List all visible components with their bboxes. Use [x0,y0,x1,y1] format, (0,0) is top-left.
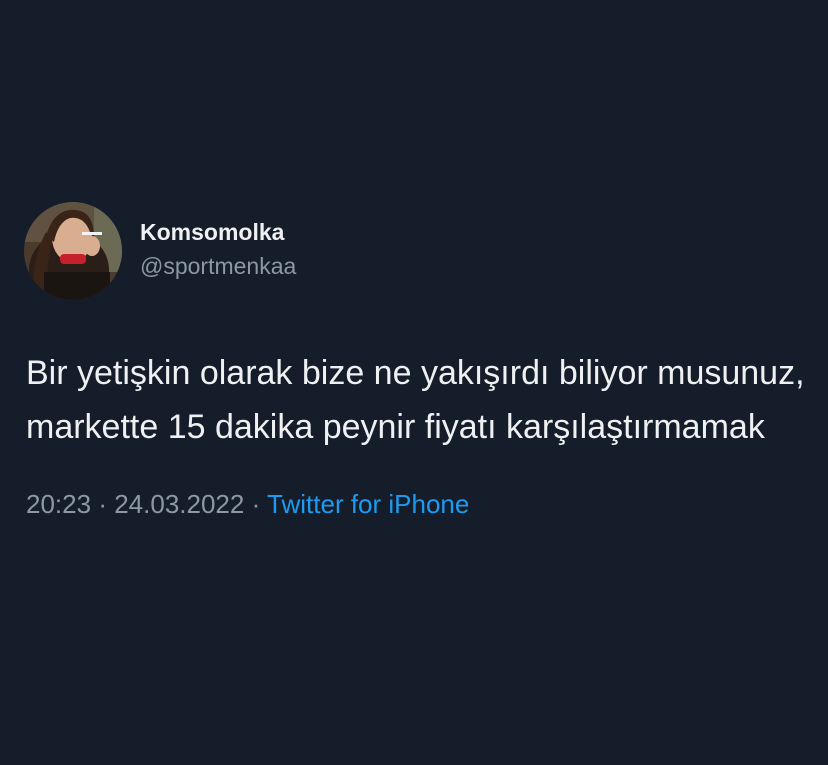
meta-separator: · [98,489,107,519]
user-info: Komsomolka @sportmenkaa [140,218,296,280]
profile-photo-icon [24,202,122,300]
tweet-source-link[interactable]: Twitter for iPhone [267,489,469,519]
avatar[interactable] [24,202,122,300]
user-handle[interactable]: @sportmenkaa [140,252,296,280]
tweet-text: Bir yetişkin olarak bize ne yakışırdı bi… [26,354,805,446]
tweet-meta: 20:23 · 24.03.2022 · Twitter for iPhone [26,488,804,520]
tweet-date[interactable]: 24.03.2022 [114,489,244,519]
tweet-header: Komsomolka @sportmenkaa [24,202,804,300]
tweet-card: Komsomolka @sportmenkaa Bir yetişkin ola… [24,202,805,520]
display-name[interactable]: Komsomolka [140,218,296,246]
tweet-time[interactable]: 20:23 [26,489,91,519]
meta-separator: · [251,489,261,519]
